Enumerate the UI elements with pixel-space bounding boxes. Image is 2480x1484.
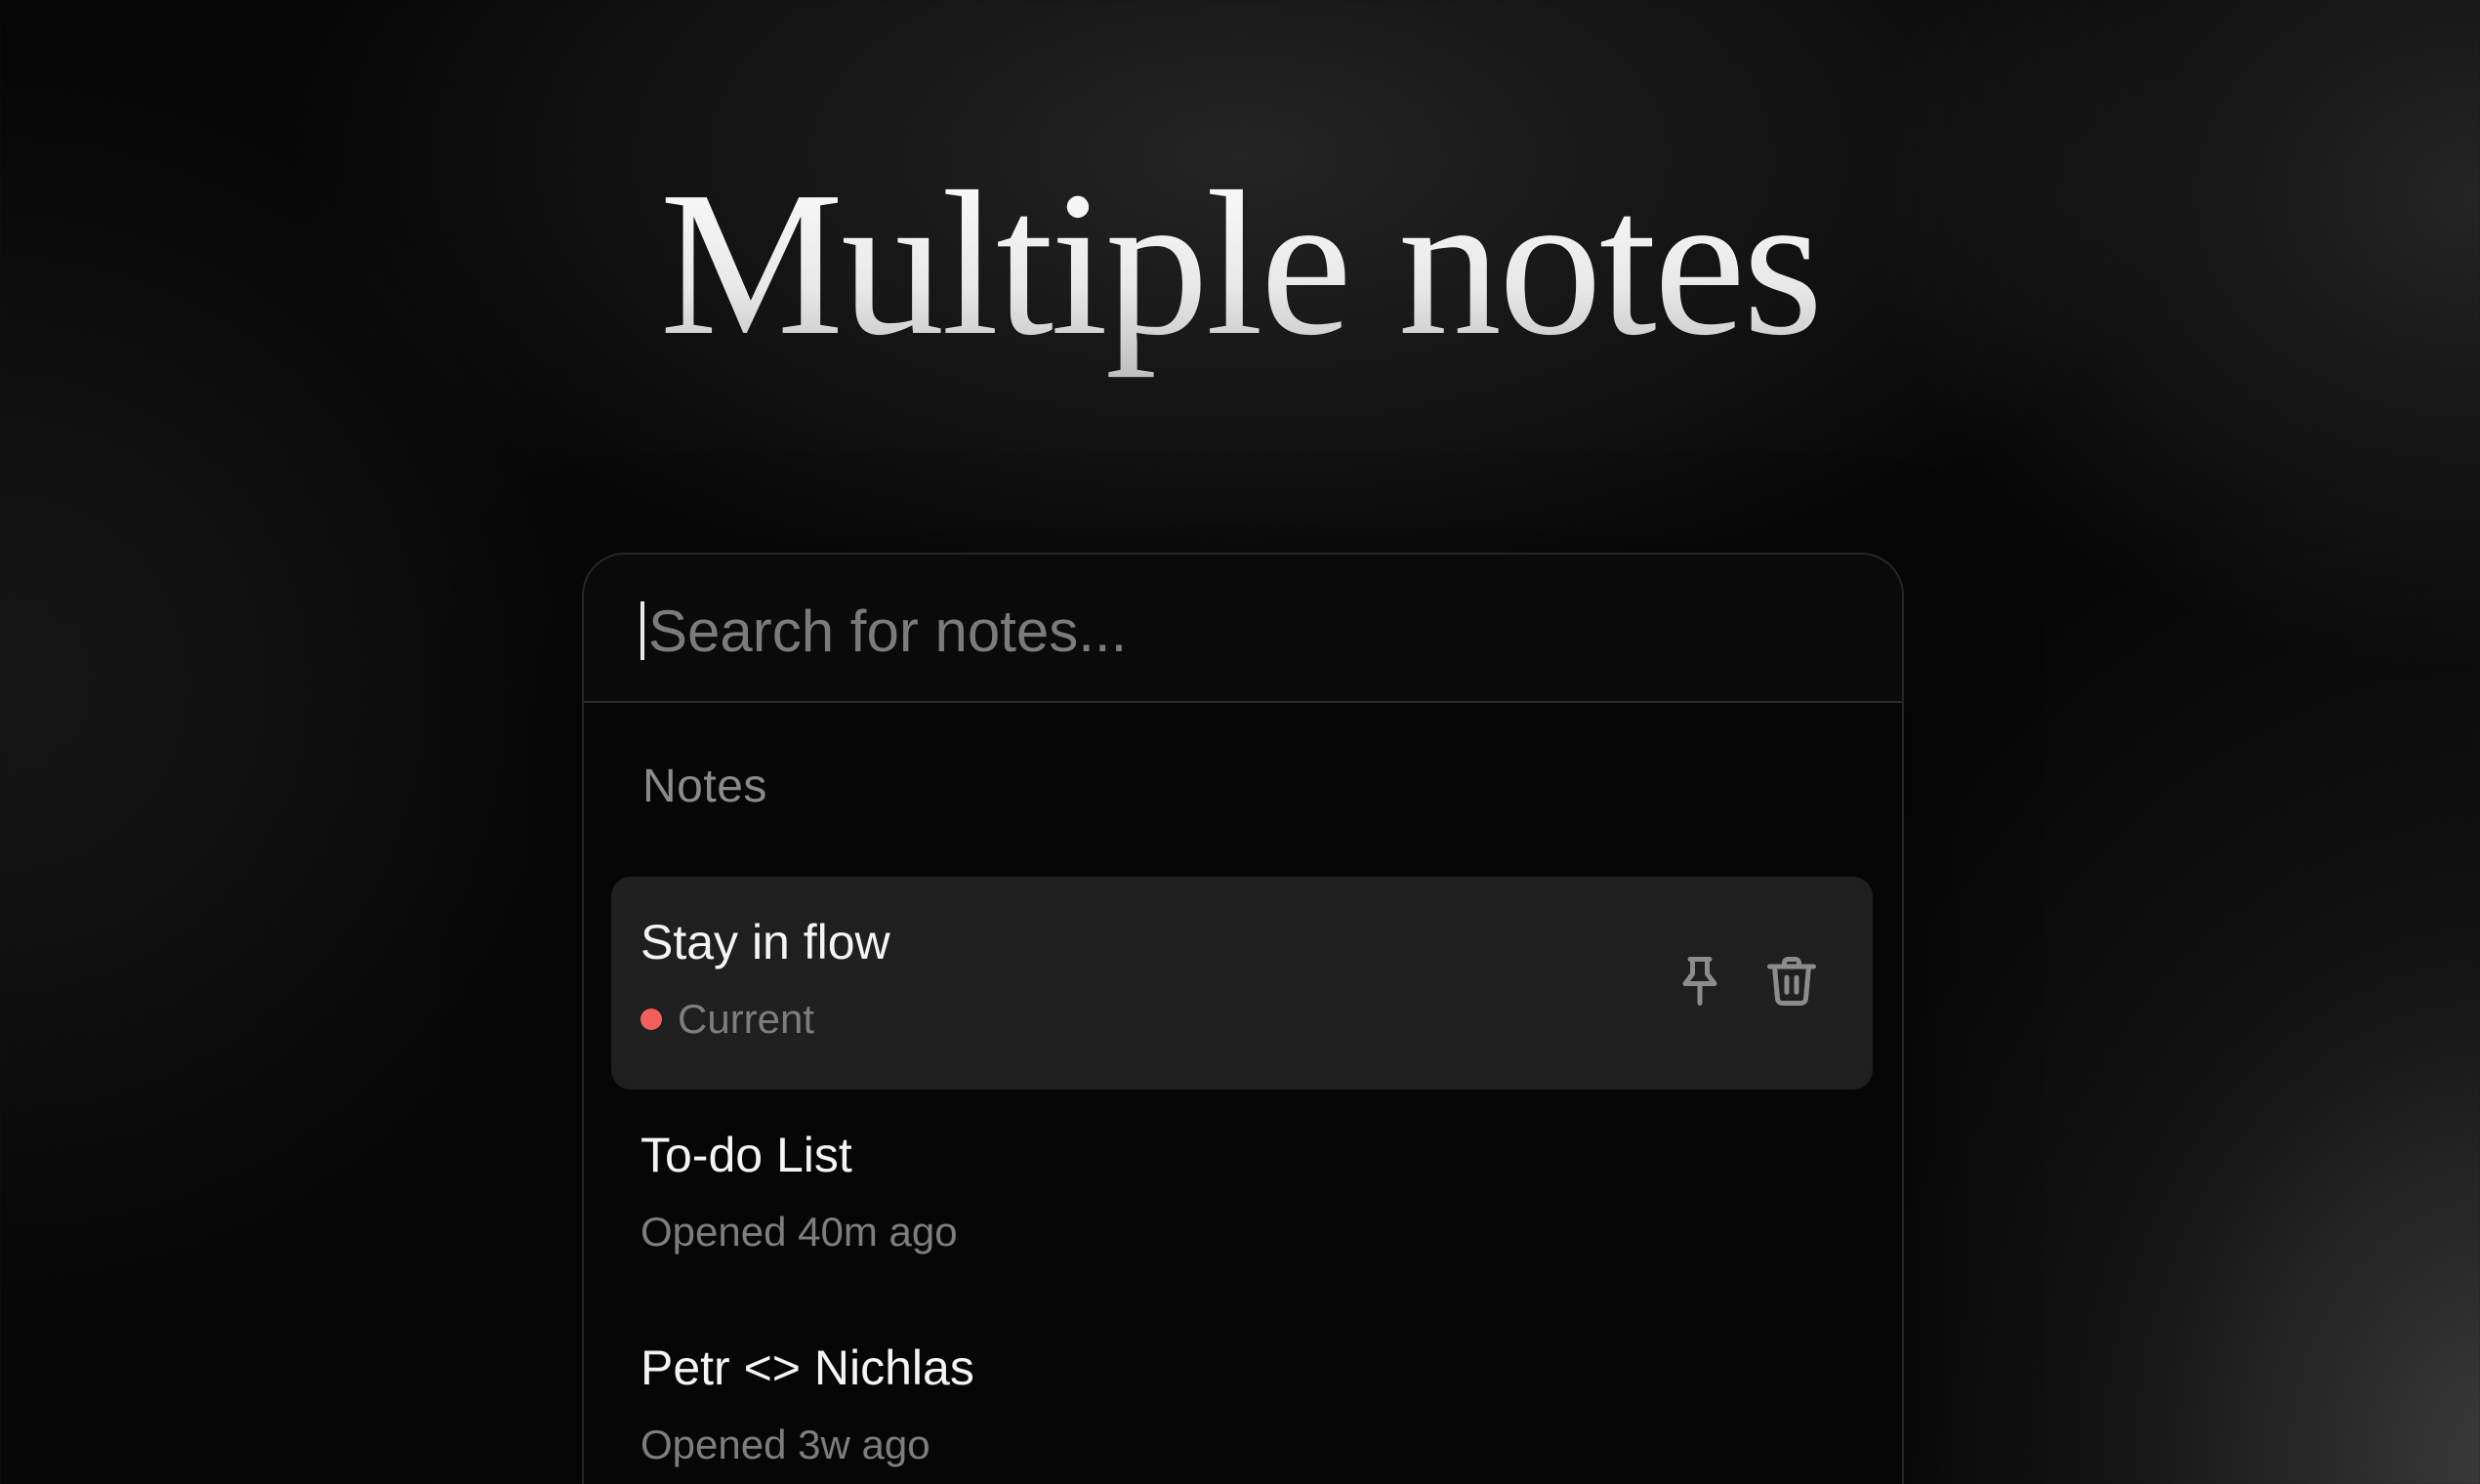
notes-section-label: Notes (642, 761, 767, 812)
search-bar[interactable] (584, 555, 1902, 703)
note-title: Stay in flow (641, 915, 890, 969)
note-title: To-do List (641, 1128, 852, 1182)
note-status-label: Current (678, 996, 815, 1042)
note-last-opened: Opened 3w ago (641, 1422, 930, 1467)
trash-icon (1762, 952, 1821, 1015)
note-item-to-do-list[interactable]: To-do List Opened 40m ago (611, 1090, 1873, 1302)
pin-icon (1671, 952, 1729, 1015)
text-caret (641, 601, 644, 660)
current-status-dot (641, 1009, 662, 1030)
note-status: Current (641, 996, 814, 1043)
note-last-opened: Opened 40m ago (641, 1209, 958, 1255)
page-title: Multiple notes (0, 146, 2480, 381)
note-item-stay-in-flow[interactable]: Stay in flow Current (611, 877, 1873, 1090)
note-title: Petr <> Nichlas (641, 1340, 974, 1395)
search-input[interactable] (648, 584, 1820, 678)
pin-button[interactable] (1666, 949, 1734, 1017)
delete-button[interactable] (1757, 949, 1826, 1017)
notes-command-palette: Notes Stay in flow Current (582, 553, 1904, 1484)
note-item-petr-nichlas[interactable]: Petr <> Nichlas Opened 3w ago (611, 1302, 1873, 1484)
